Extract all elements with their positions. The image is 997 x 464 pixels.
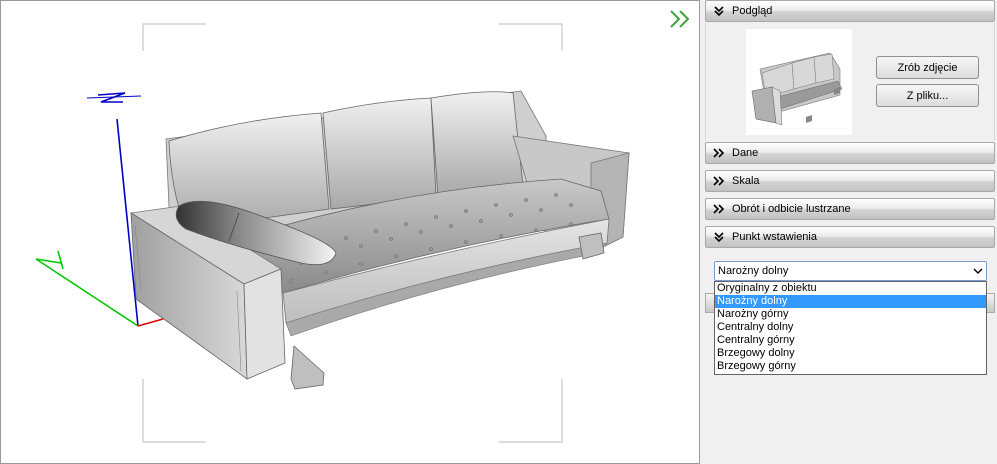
chevron-down-double-icon — [714, 6, 724, 17]
dropdown-option[interactable]: Centralny górny — [715, 334, 986, 347]
section-title: Skala — [732, 175, 760, 187]
preview-thumbnail — [746, 29, 852, 135]
chevron-down-double-icon — [714, 232, 724, 243]
section-title: Obrót i odbicie lustrzane — [732, 203, 851, 215]
insertion-point-selected-value: Narożny dolny — [718, 265, 789, 277]
section-title: Punkt wstawienia — [732, 231, 817, 243]
expand-panel-icon[interactable] — [668, 8, 694, 30]
dropdown-option[interactable]: Brzegowy górny — [715, 360, 986, 373]
section-header-rotation[interactable]: Obrót i odbicie lustrzane — [705, 198, 995, 220]
dropdown-option-highlighted[interactable]: Narożny dolny — [715, 295, 986, 308]
sofa-model — [129, 90, 630, 390]
preview-section-body: Zrób zdjęcie Z pliku... — [705, 23, 995, 140]
chevron-right-double-icon — [713, 204, 725, 214]
dropdown-option[interactable]: Narożny górny — [715, 308, 986, 321]
section-title: Dane — [732, 147, 759, 159]
section-header-scale[interactable]: Skala — [705, 170, 995, 192]
from-file-button[interactable]: Z pliku... — [876, 84, 979, 107]
chevron-down-icon[interactable] — [970, 262, 986, 280]
dropdown-option[interactable]: Centralny dolny — [715, 321, 986, 334]
section-header-preview[interactable]: Podgląd — [705, 0, 995, 22]
sofa-render — [35, 23, 630, 443]
chevron-right-double-icon — [713, 148, 725, 158]
properties-panel: Podgląd Zrób zdjęcie Z pliku... Dane Ska… — [702, 0, 997, 464]
section-header-insertion-point[interactable]: Punkt wstawienia — [705, 226, 995, 248]
dropdown-option[interactable]: Brzegowy dolny — [715, 347, 986, 360]
dropdown-option[interactable]: Oryginalny z obiektu — [715, 282, 986, 295]
take-photo-button[interactable]: Zrób zdjęcie — [876, 56, 979, 79]
section-title: Podgląd — [732, 5, 773, 17]
section-header-data[interactable]: Dane — [705, 142, 995, 164]
insertion-point-dropdown-list: Oryginalny z obiektu Narożny dolny Naroż… — [714, 281, 987, 375]
3d-viewport[interactable] — [0, 0, 700, 464]
chevron-right-double-icon — [713, 176, 725, 186]
insertion-point-select[interactable]: Narożny dolny — [714, 261, 987, 281]
